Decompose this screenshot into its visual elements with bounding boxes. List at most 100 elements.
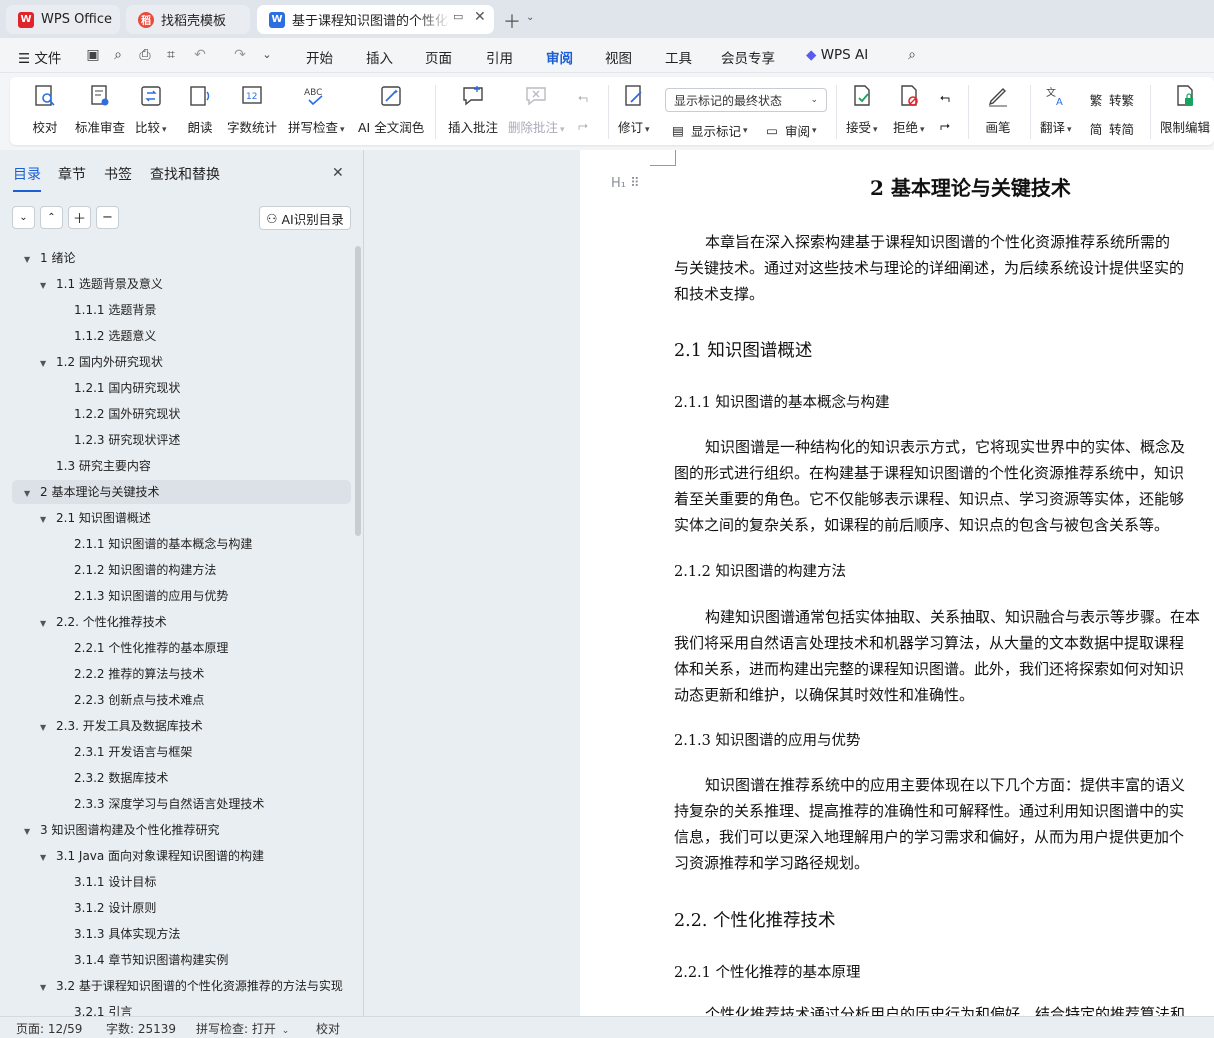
expand-triangle-icon[interactable]: ▼ bbox=[40, 976, 52, 998]
quick-access-chevron-icon[interactable]: ⌄ bbox=[259, 47, 275, 63]
search-icon[interactable]: ⌕ bbox=[904, 47, 920, 63]
menu-member[interactable]: 会员专享 bbox=[721, 47, 775, 67]
menu-view[interactable]: 视图 bbox=[605, 47, 632, 67]
word-count-indicator[interactable]: 字数: 25139 bbox=[106, 1020, 176, 1037]
toc-item[interactable]: 2.3.1 开发语言与框架 bbox=[12, 740, 351, 764]
monitor-icon[interactable]: ▭ bbox=[453, 10, 463, 23]
compare-button[interactable]: 比较 ▾ bbox=[135, 83, 167, 136]
next-comment-icon[interactable]: ⮣ bbox=[578, 117, 588, 133]
redo-icon[interactable]: ↷ bbox=[232, 47, 248, 63]
toc-item[interactable]: ▼ 3.1 Java 面向对象课程知识图谱的构建 bbox=[12, 844, 351, 868]
menu-wps-ai[interactable]: ◆ WPS AI bbox=[806, 47, 868, 63]
previous-change-icon[interactable]: ⮢ bbox=[940, 89, 950, 105]
menu-page[interactable]: 页面 bbox=[425, 47, 452, 67]
close-tab-icon[interactable]: ✕ bbox=[474, 9, 486, 25]
next-change-icon[interactable]: ⮣ bbox=[940, 117, 950, 133]
toc-item[interactable]: 2.3.3 深度学习与自然语言处理技术 bbox=[12, 792, 351, 816]
toc-item[interactable]: 2.1.2 知识图谱的构建方法 bbox=[12, 558, 351, 582]
toc-item[interactable]: ▼ 2 基本理论与关键技术 bbox=[12, 480, 351, 504]
toc-item[interactable]: 1.2.3 研究现状评述 bbox=[12, 428, 351, 452]
toc-item[interactable]: 1.3 研究主要内容 bbox=[12, 454, 351, 478]
remove-heading-button[interactable]: − bbox=[96, 206, 119, 229]
expand-triangle-icon[interactable]: ▼ bbox=[40, 716, 52, 738]
review-pane-button[interactable]: ▭ 审阅 ▾ bbox=[764, 121, 816, 140]
menu-tools[interactable]: 工具 bbox=[665, 47, 692, 67]
restrict-edit-button[interactable]: 限制编辑 bbox=[1160, 83, 1210, 136]
accept-button[interactable]: 接受 ▾ bbox=[846, 83, 878, 136]
to-simplified-button[interactable]: 简转简 bbox=[1088, 119, 1134, 138]
ai-proofread-button[interactable]: ✦ AI 全文润色 bbox=[358, 83, 424, 136]
delete-comment-button[interactable]: 删除批注 ▾ bbox=[508, 83, 565, 136]
proofread-status[interactable]: 校对 bbox=[316, 1020, 340, 1037]
toc-item[interactable]: 1.2.1 国内研究现状 bbox=[12, 376, 351, 400]
toc-item[interactable]: 1.2.2 国外研究现状 bbox=[12, 402, 351, 426]
expand-triangle-icon[interactable]: ▼ bbox=[24, 248, 36, 270]
reject-button[interactable]: 拒绝 ▾ bbox=[893, 83, 925, 136]
toc-item[interactable]: ▼ 3.2 基于课程知识图谱的个性化资源推荐的方法与实现 bbox=[12, 974, 351, 998]
menu-insert[interactable]: 插入 bbox=[366, 47, 393, 67]
pen-button[interactable]: 画笔 bbox=[985, 83, 1011, 136]
menu-references[interactable]: 引用 bbox=[486, 47, 513, 67]
track-changes-button[interactable]: 修订 ▾ bbox=[618, 83, 650, 136]
tab-wps-office[interactable]: W WPS Office bbox=[6, 5, 120, 34]
toc-item[interactable]: ▼ 1.2 国内外研究现状 bbox=[12, 350, 351, 374]
heading-handle-icon[interactable]: H₁ ⠿ bbox=[611, 176, 640, 191]
toc-scrollbar[interactable] bbox=[355, 246, 361, 536]
toc-item[interactable]: ▼ 1 绪论 bbox=[12, 246, 351, 270]
expand-triangle-icon[interactable]: ▼ bbox=[40, 846, 52, 868]
expand-triangle-icon[interactable]: ▼ bbox=[24, 482, 36, 504]
toc-item[interactable]: 2.1.3 知识图谱的应用与优势 bbox=[12, 584, 351, 608]
expand-triangle-icon[interactable]: ▼ bbox=[40, 352, 52, 374]
toc-item[interactable]: 3.1.1 设计目标 bbox=[12, 870, 351, 894]
print-icon[interactable]: ⎙ bbox=[137, 47, 153, 63]
expand-triangle-icon[interactable]: ▼ bbox=[40, 508, 52, 530]
toc-item[interactable]: 3.1.4 章节知识图谱构建实例 bbox=[12, 948, 351, 972]
tab-find-replace[interactable]: 查找和替换 bbox=[150, 164, 220, 184]
markup-display-select[interactable]: 显示标记的最终状态 ⌄ bbox=[665, 88, 827, 112]
spell-check-button[interactable]: ABC 拼写检查 ▾ bbox=[288, 83, 345, 136]
toc-item[interactable]: ▼ 3 知识图谱构建及个性化推荐研究 bbox=[12, 818, 351, 842]
document-page[interactable]: H₁ ⠿ 2 基本理论与关键技术 本章旨在深入探索构建基于课程知识图谱的个性化资… bbox=[580, 150, 1214, 1016]
tab-toc[interactable]: 目录 bbox=[13, 164, 41, 192]
tab-bookmarks[interactable]: 书签 bbox=[104, 164, 132, 184]
toc-item[interactable]: 1.1.2 选题意义 bbox=[12, 324, 351, 348]
toc-item[interactable]: ▼ 2.1 知识图谱概述 bbox=[12, 506, 351, 530]
expand-all-button[interactable]: ⌄ bbox=[12, 206, 35, 229]
toc-item[interactable]: 2.3.2 数据库技术 bbox=[12, 766, 351, 790]
proofread-button[interactable]: 校对 bbox=[32, 83, 58, 136]
read-aloud-button[interactable]: 朗读 bbox=[187, 83, 213, 136]
toc-item[interactable]: 2.2.2 推荐的算法与技术 bbox=[12, 662, 351, 686]
new-tab-icon[interactable]: ＋ bbox=[503, 8, 521, 34]
standard-review-button[interactable]: 标准审查 bbox=[75, 83, 125, 136]
toc-item[interactable]: ▼ 2.3. 开发工具及数据库技术 bbox=[12, 714, 351, 738]
toc-item[interactable]: 3.2.1 引言 bbox=[12, 1000, 351, 1016]
toc-item[interactable]: ▼ 1.1 选题背景及意义 bbox=[12, 272, 351, 296]
expand-triangle-icon[interactable]: ▼ bbox=[40, 274, 52, 296]
page-indicator[interactable]: 页面: 12/59 bbox=[16, 1020, 82, 1037]
export-icon[interactable]: ⌕ bbox=[110, 47, 126, 63]
expand-triangle-icon[interactable]: ▼ bbox=[40, 612, 52, 634]
tab-docer[interactable]: 稻 找稻壳模板 bbox=[126, 5, 250, 34]
ai-recognize-toc-button[interactable]: ⚇ AI识别目录 bbox=[259, 206, 351, 230]
to-traditional-button[interactable]: 繁转繁 bbox=[1088, 90, 1134, 109]
toc-item[interactable]: 2.2.3 创新点与技术难点 bbox=[12, 688, 351, 712]
menu-home[interactable]: 开始 bbox=[306, 47, 333, 67]
collapse-button[interactable]: ⌃ bbox=[40, 206, 63, 229]
toc-item[interactable]: 2.2.1 个性化推荐的基本原理 bbox=[12, 636, 351, 660]
save-icon[interactable]: ▣ bbox=[85, 47, 101, 63]
previous-comment-icon[interactable]: ⮢ bbox=[578, 89, 588, 105]
toc-item[interactable]: 3.1.3 具体实现方法 bbox=[12, 922, 351, 946]
word-count-button[interactable]: 12 字数统计 bbox=[227, 83, 277, 136]
tab-list-chevron-icon[interactable]: ⌄ bbox=[526, 12, 534, 23]
close-pane-icon[interactable]: ✕ bbox=[332, 165, 344, 181]
tab-document[interactable]: W 基于课程知识图谱的个性化资源推荐系统 ▭ ✕ bbox=[257, 5, 494, 34]
file-menu[interactable]: ☰ 文件 bbox=[18, 47, 61, 67]
undo-icon[interactable]: ↶ bbox=[192, 47, 208, 63]
toc-item[interactable]: 2.1.1 知识图谱的基本概念与构建 bbox=[12, 532, 351, 556]
menu-review[interactable]: 审阅 bbox=[546, 47, 573, 76]
insert-comment-button[interactable]: 插入批注 bbox=[448, 83, 498, 136]
spell-check-status[interactable]: 拼写检查: 打开 ⌄ bbox=[196, 1020, 289, 1037]
toc-item[interactable]: 1.1.1 选题背景 bbox=[12, 298, 351, 322]
add-heading-button[interactable]: ＋ bbox=[68, 206, 91, 229]
translate-button[interactable]: 文A 翻译 ▾ bbox=[1040, 83, 1072, 136]
